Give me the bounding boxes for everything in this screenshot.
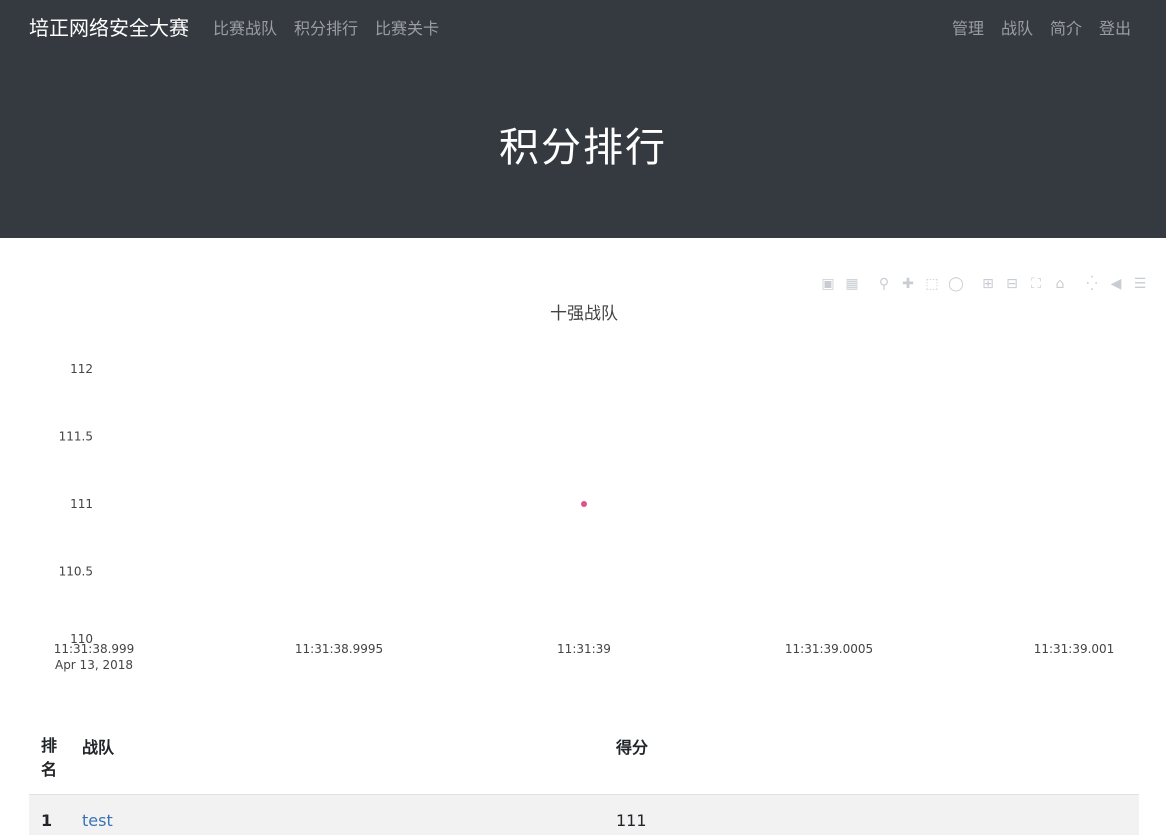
header-team: 战队: [70, 723, 604, 795]
scoreboard-table: 排名 战队 得分 1 test 111: [29, 723, 1139, 835]
header-rank: 排名: [29, 723, 70, 795]
x-tick-label: 11:31:39.0005: [785, 642, 873, 656]
nav-link-profile[interactable]: 简介: [1050, 15, 1082, 39]
nav-link-teams[interactable]: 比赛战队: [213, 15, 277, 39]
nav-link-team[interactable]: 战队: [1001, 15, 1033, 39]
team-cell: test: [70, 795, 604, 835]
x-tick-label: 11:31:38.999: [54, 642, 135, 656]
y-axis: 112111.5111110.5110: [59, 362, 93, 646]
navbar: 培正网络安全大赛 比赛战队 积分排行 比赛关卡 管理 战队 简介 登出: [0, 0, 1166, 52]
brand-link[interactable]: 培正网络安全大赛: [29, 12, 189, 41]
y-tick-label: 111: [70, 497, 93, 511]
page-header: 积分排行: [0, 52, 1166, 238]
x-tick-label: 11:31:39: [557, 642, 611, 656]
nav-link-challenges[interactable]: 比赛关卡: [375, 15, 439, 39]
rank-cell: 1: [29, 795, 70, 835]
y-tick-label: 110.5: [59, 565, 93, 579]
table-row: 1 test 111: [29, 795, 1139, 835]
page-title: 积分排行: [0, 115, 1166, 173]
x-date-label: Apr 13, 2018: [55, 658, 133, 672]
nav-link-logout[interactable]: 登出: [1099, 15, 1131, 39]
nav-link-scoreboard[interactable]: 积分排行: [294, 15, 358, 39]
team-link[interactable]: test: [82, 811, 113, 830]
nav-link-admin[interactable]: 管理: [952, 15, 984, 39]
score-cell: 111: [604, 795, 1139, 835]
x-tick-label: 11:31:39.001: [1034, 642, 1115, 656]
plot-area: [581, 501, 587, 507]
x-tick-label: 11:31:38.9995: [295, 642, 383, 656]
y-tick-label: 112: [70, 362, 93, 376]
nav-left: 比赛战队 积分排行 比赛关卡: [213, 15, 439, 39]
score-chart[interactable]: 十强战队 112111.5111110.5110 11:31:38.99911:…: [0, 290, 1166, 685]
header-score: 得分: [604, 723, 1139, 795]
table-header-row: 排名 战队 得分: [29, 723, 1139, 795]
y-tick-label: 111.5: [59, 430, 93, 444]
nav-right: 管理 战队 简介 登出: [952, 15, 1131, 39]
chart-title: 十强战队: [550, 304, 618, 324]
x-axis: 11:31:38.999 11:31:38.9995 11:31:39 11:31:3…: [54, 642, 1115, 672]
data-point[interactable]: [581, 501, 587, 507]
